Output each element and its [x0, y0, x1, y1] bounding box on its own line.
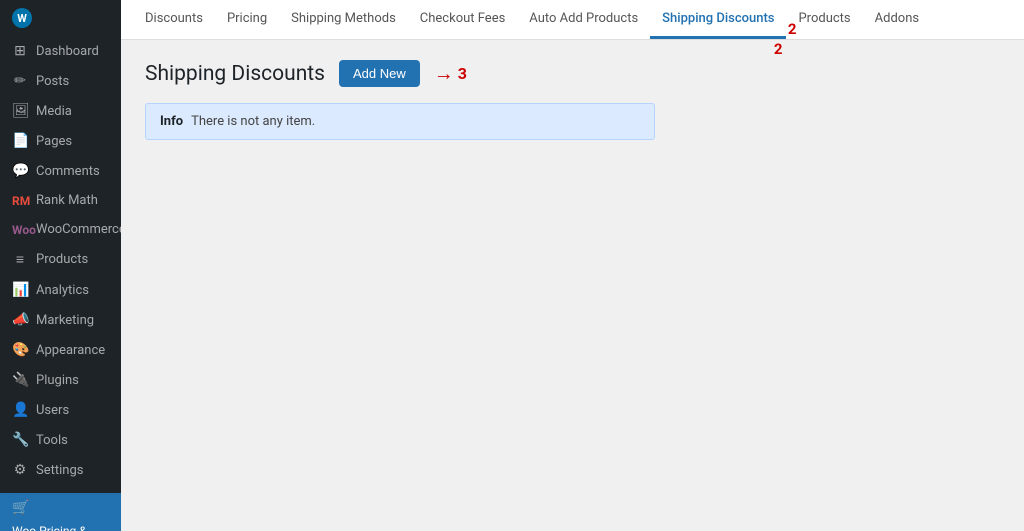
sidebar-item-label: Marketing [36, 313, 94, 328]
info-box: Info There is not any item. [145, 103, 655, 140]
tab-pricing[interactable]: Pricing [215, 0, 279, 39]
comments-icon: 💬 [12, 163, 28, 179]
annotation-2: 2 [774, 40, 783, 58]
arrow-annotation-3: → 3 [434, 61, 467, 86]
sidebar-item-comments[interactable]: 💬 Comments [0, 156, 121, 186]
sidebar-item-appearance[interactable]: 🎨 Appearance [0, 335, 121, 365]
sidebar-item-label: Settings [36, 463, 83, 478]
sidebar-item-settings[interactable]: ⚙ Settings [0, 455, 121, 485]
woocommerce-icon: Woo [12, 223, 28, 237]
marketing-icon: 📣 [12, 312, 28, 328]
sidebar-item-marketing[interactable]: 📣 Marketing [0, 305, 121, 335]
rank-math-icon: RM [12, 194, 28, 208]
sidebar-item-label: Analytics [36, 283, 89, 298]
sidebar-item-label: Users [36, 403, 69, 418]
annotation-3: 3 [458, 64, 467, 83]
sidebar-item-label: Media [36, 104, 72, 119]
arrow-right-icon: → [434, 61, 454, 86]
analytics-icon: 📊 [12, 282, 28, 298]
sidebar-item-posts[interactable]: ✏ Posts [0, 66, 121, 96]
sidebar-item-label: Posts [36, 74, 69, 89]
plugins-icon: 🔌 [12, 372, 28, 388]
sidebar-item-label: WooCommerce [36, 222, 121, 237]
tools-icon: 🔧 [12, 432, 28, 448]
users-icon: 👤 [12, 402, 28, 418]
pages-icon: 📄 [12, 133, 28, 149]
appearance-icon: 🎨 [12, 342, 28, 358]
tab-addons[interactable]: Addons [863, 0, 931, 39]
sidebar-item-label: Woo Pricing & Discounts [12, 524, 109, 531]
media-icon: 🖼 [12, 103, 28, 119]
sidebar-logo: W [0, 0, 121, 36]
woo-pricing-icon: 🛒 [12, 500, 28, 516]
tab-shipping-discounts[interactable]: Shipping Discounts 2 [650, 0, 786, 39]
tab-discounts[interactable]: Discounts [133, 0, 215, 39]
info-label: Info [160, 114, 183, 129]
sidebar-item-label: Rank Math [36, 193, 98, 208]
sidebar-item-products[interactable]: ≡ Products [0, 244, 121, 275]
wp-icon: W [12, 8, 32, 28]
sidebar-item-plugins[interactable]: 🔌 Plugins [0, 365, 121, 395]
tab-checkout-fees[interactable]: Checkout Fees [408, 0, 518, 39]
top-navigation: Discounts Pricing Shipping Methods Check… [121, 0, 1024, 40]
sidebar-item-label: Appearance [36, 343, 105, 358]
products-icon: ≡ [12, 251, 28, 268]
main-content: Discounts Pricing Shipping Methods Check… [121, 0, 1024, 531]
settings-icon: ⚙ [12, 462, 28, 478]
sidebar-item-dashboard[interactable]: ⊞ Dashboard [0, 36, 121, 66]
sidebar-item-media[interactable]: 🖼 Media [0, 96, 121, 126]
sidebar-item-woocommerce[interactable]: Woo WooCommerce [0, 215, 121, 244]
sidebar-item-label: Plugins [36, 373, 79, 388]
sidebar-item-woo-pricing[interactable]: 🛒 Woo Pricing & Discounts [0, 493, 121, 531]
sidebar-item-label: Tools [36, 433, 68, 448]
tab-products[interactable]: Products [786, 0, 862, 39]
info-text: There is not any item. [191, 114, 315, 129]
page-content: Shipping Discounts Add New → 3 Info Ther… [121, 40, 1024, 531]
sidebar-item-rank-math[interactable]: RM Rank Math [0, 186, 121, 215]
sidebar-item-pages[interactable]: 📄 Pages [0, 126, 121, 156]
sidebar-item-label: Products [36, 252, 88, 267]
sidebar-item-users[interactable]: 👤 Users [0, 395, 121, 425]
sidebar-item-label: Pages [36, 134, 72, 149]
sidebar-item-analytics[interactable]: 📊 Analytics [0, 275, 121, 305]
tab-auto-add-products[interactable]: Auto Add Products [517, 0, 650, 39]
tab-shipping-methods[interactable]: Shipping Methods [279, 0, 408, 39]
add-new-button[interactable]: Add New [339, 60, 420, 87]
sidebar-item-label: Comments [36, 164, 100, 179]
sidebar: W ⊞ Dashboard ✏ Posts 🖼 Media 📄 Pages 💬 … [0, 0, 121, 531]
sidebar-item-label: Dashboard [36, 44, 99, 59]
sidebar-item-tools[interactable]: 🔧 Tools [0, 425, 121, 455]
page-header: Shipping Discounts Add New → 3 [145, 60, 1000, 87]
posts-icon: ✏ [12, 73, 28, 89]
dashboard-icon: ⊞ [12, 43, 28, 59]
page-title: Shipping Discounts [145, 62, 325, 86]
